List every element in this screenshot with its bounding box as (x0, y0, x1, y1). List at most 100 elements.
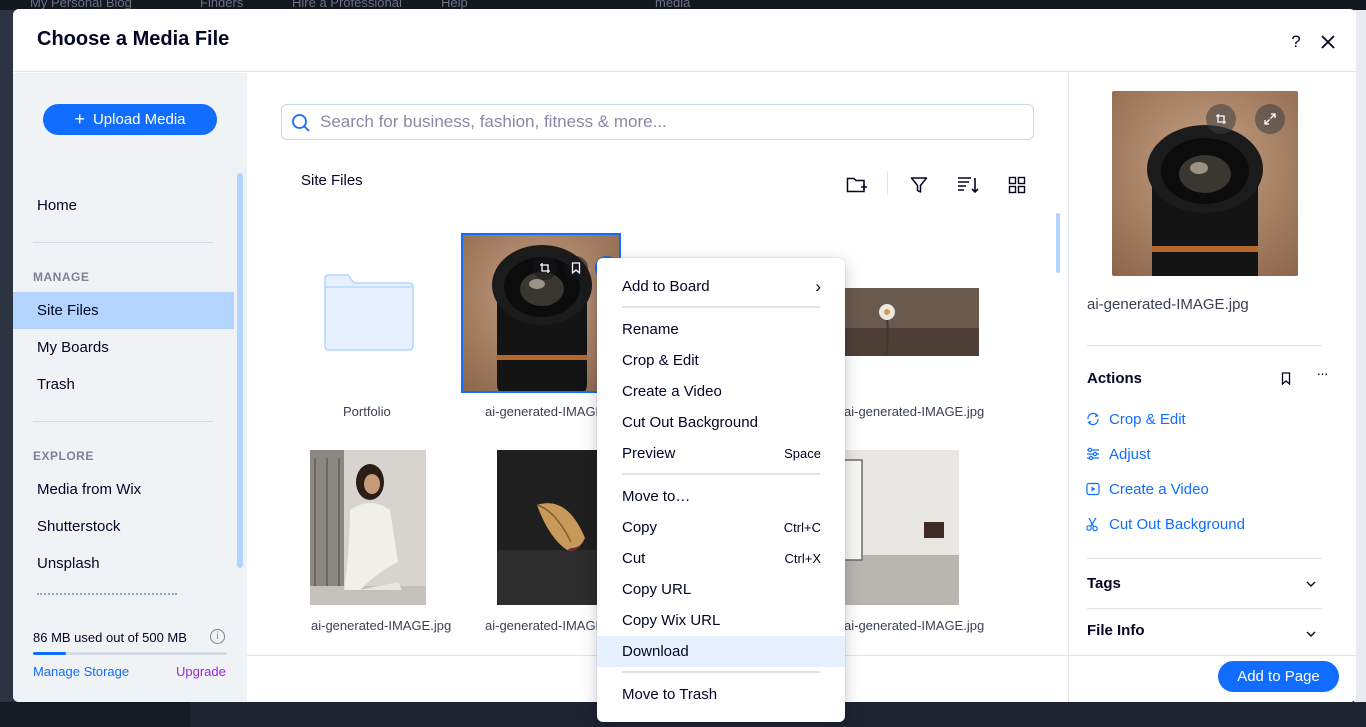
new-folder-icon (846, 177, 867, 193)
crop-quick-button[interactable] (533, 256, 557, 280)
menu-item-label: Download (622, 643, 689, 660)
tile-caption: ai-generated-IMAGE.jpg (844, 404, 985, 419)
file-info-chevron-button[interactable] (1303, 626, 1319, 642)
grid-view-button[interactable] (1005, 173, 1029, 197)
action-label: Cut Out Background (1109, 515, 1245, 533)
action-crop-edit[interactable]: Crop & Edit (1085, 408, 1186, 430)
menu-item-crop-edit[interactable]: Crop & Edit (597, 345, 845, 376)
sort-button[interactable] (956, 173, 980, 197)
editor-left-panel (0, 10, 14, 727)
sidebar-item-label: Shutterstock (37, 518, 121, 535)
filter-icon (910, 177, 928, 193)
sidebar-item-label: Media from Wix (37, 481, 142, 498)
crop-rotate-icon (1085, 411, 1101, 427)
action-cut-out-background[interactable]: Cut Out Background (1085, 513, 1245, 535)
preview-expand-button[interactable] (1255, 104, 1285, 134)
add-to-page-label: Add to Page (1237, 668, 1320, 685)
sidebar-item-label: Site Files (37, 302, 99, 319)
divider (1087, 608, 1323, 609)
main-scrollbar[interactable] (1056, 213, 1060, 273)
sidebar-item-trash[interactable]: Trash (13, 366, 234, 403)
tile-caption: ai-generated-IMAGE.jpg (844, 618, 985, 633)
info-icon[interactable]: i (210, 629, 225, 644)
menu-item-label: Cut (622, 550, 646, 567)
menu-item-shortcut: Ctrl+X (784, 551, 821, 566)
sidebar-item-my-boards[interactable]: My Boards (13, 329, 234, 366)
sidebar-scrollbar[interactable] (237, 173, 243, 568)
upgrade-link[interactable]: Upgrade (176, 664, 226, 679)
more-actions-button[interactable]: ··· (1312, 365, 1332, 386)
filter-button[interactable] (907, 173, 931, 197)
panel-footer: Add to Page (1069, 655, 1356, 702)
sidebar-item-home[interactable]: Home (13, 187, 234, 224)
add-to-page-button[interactable]: Add to Page (1218, 661, 1339, 692)
action-adjust[interactable]: Adjust (1085, 443, 1151, 465)
menu-item-create-video[interactable]: Create a Video (597, 376, 845, 407)
action-label: Create a Video (1109, 480, 1209, 498)
menu-item-add-to-board[interactable]: Add to Board › (597, 271, 845, 302)
modal-title: Choose a Media File (37, 28, 230, 50)
menu-item-copy-wix-url[interactable]: Copy Wix URL (597, 605, 845, 636)
bookmark-icon (571, 262, 581, 274)
section-title: Site Files (301, 172, 363, 189)
menu-item-copy-url[interactable]: Copy URL (597, 574, 845, 605)
editor-bottom-tab (0, 702, 190, 727)
menu-item-cut-out-background[interactable]: Cut Out Background (597, 407, 845, 438)
menu-item-preview[interactable]: Preview Space (597, 438, 845, 469)
thumbnail[interactable] (310, 450, 426, 605)
actions-heading: Actions (1087, 370, 1143, 387)
divider (1087, 345, 1323, 346)
menu-divider (622, 473, 820, 475)
file-details-panel: ai-generated-IMAGE.jpg Actions ··· Crop … (1068, 73, 1356, 702)
action-create-video[interactable]: Create a Video (1085, 478, 1209, 500)
sidebar-item-shutterstock[interactable]: Shutterstock (13, 508, 234, 545)
menu-item-rename[interactable]: Rename (597, 314, 845, 345)
menu-item-download[interactable]: Download (597, 636, 845, 667)
sidebar-item-unsplash[interactable]: Unsplash (13, 545, 234, 582)
scissors-icon (1085, 516, 1101, 532)
bookmark-quick-button[interactable] (564, 256, 588, 280)
menu-item-move-to-trash[interactable]: Move to Trash (597, 679, 845, 710)
close-button[interactable] (1317, 31, 1339, 53)
menu-divider (622, 306, 820, 308)
storage-progress-fill (33, 652, 67, 655)
upload-media-button[interactable]: + Upload Media (43, 104, 217, 135)
menu-item-copy[interactable]: Copy Ctrl+C (597, 512, 845, 543)
divider (33, 242, 213, 243)
crop-icon (1216, 114, 1226, 124)
help-icon: ? (1291, 32, 1301, 51)
storage-panel: 86 MB used out of 500 MB i Manage Storag… (13, 603, 247, 702)
divider (1087, 558, 1323, 559)
menu-divider (622, 671, 820, 673)
thumbnail[interactable] (497, 450, 613, 605)
sidebar-item-media-from-wix[interactable]: Media from Wix (13, 471, 234, 508)
menu-item-label: Preview (622, 445, 676, 462)
manage-storage-link[interactable]: Manage Storage (33, 664, 129, 679)
bookmark-button[interactable] (1276, 368, 1296, 388)
search-box (281, 104, 1034, 140)
file-preview[interactable] (1112, 91, 1298, 276)
menu-item-label: Cut Out Background (622, 414, 758, 431)
thumbnail[interactable] (842, 288, 979, 356)
crop-icon (540, 263, 550, 273)
menu-item-move-to[interactable]: Move to… (597, 481, 845, 512)
toolbar-divider (887, 171, 888, 195)
new-folder-button[interactable] (845, 173, 869, 197)
context-menu: Add to Board › Rename Crop & Edit Create… (597, 258, 845, 722)
tags-heading[interactable]: Tags (1087, 575, 1121, 592)
menu-item-label: Rename (622, 321, 679, 338)
thumbnail[interactable] (842, 450, 959, 605)
bookmark-icon (1281, 371, 1291, 385)
preview-crop-button[interactable] (1206, 104, 1236, 134)
search-input[interactable] (320, 106, 1020, 138)
action-label: Crop & Edit (1109, 410, 1186, 428)
video-icon (1085, 481, 1101, 497)
menu-item-cut[interactable]: Cut Ctrl+X (597, 543, 845, 574)
help-button[interactable]: ? (1285, 31, 1307, 53)
tags-chevron-button[interactable] (1303, 576, 1319, 592)
sliders-icon (1085, 446, 1101, 462)
action-label: Adjust (1109, 445, 1151, 463)
menu-item-label: Crop & Edit (622, 352, 699, 369)
file-info-heading[interactable]: File Info (1087, 622, 1145, 639)
sidebar-item-site-files[interactable]: Site Files (13, 292, 234, 329)
